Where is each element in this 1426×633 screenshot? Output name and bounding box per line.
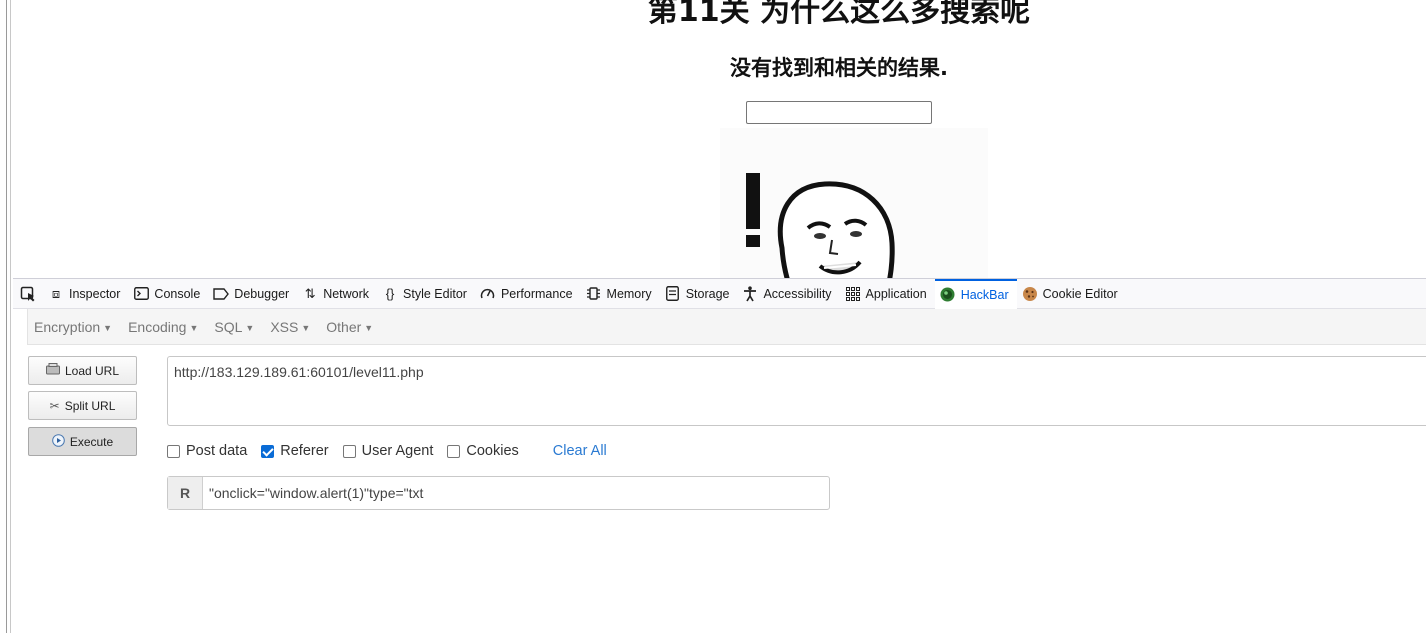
tab-label: Console <box>154 286 201 301</box>
tab-hackbar[interactable]: HackBar <box>934 278 1017 309</box>
caret-down-icon: ▼ <box>364 322 374 333</box>
tab-cookie-editor[interactable]: Cookie Editor <box>1017 279 1126 309</box>
tab-label: Memory <box>606 286 652 301</box>
tab-style-editor[interactable]: {} Style Editor <box>377 279 475 309</box>
checkbox-box-checked[interactable] <box>261 444 275 458</box>
devtools-panel: ⧈ Inspector Console Debugger ⇅ Network {} S… <box>13 278 1426 633</box>
cookie-icon <box>1021 286 1039 302</box>
tab-label: Inspector <box>69 286 121 301</box>
menu-encryption[interactable]: Encryption ▼ <box>28 319 118 335</box>
clear-all-link[interactable]: Clear All <box>553 443 607 459</box>
split-url-button[interactable]: ✂ Split URL <box>28 391 137 420</box>
load-url-button[interactable]: Load URL <box>28 356 137 385</box>
tab-console[interactable]: Console <box>128 279 208 309</box>
caret-down-icon: ▼ <box>301 322 311 333</box>
hackbar-icon <box>939 287 957 302</box>
tab-label: Application <box>865 286 927 301</box>
style-editor-icon: {} <box>385 286 395 301</box>
menu-label: Other <box>326 318 362 335</box>
meme-image <box>720 128 988 278</box>
tab-debugger[interactable]: Debugger <box>208 279 297 309</box>
option-label: Cookies <box>466 443 519 459</box>
network-icon: ⇅ <box>304 285 316 301</box>
referer-field: R "onclick="window.alert(1)"type="txt <box>167 476 830 510</box>
application-icon <box>844 286 862 301</box>
menu-label: SQL <box>214 318 243 335</box>
tab-label: Style Editor <box>403 286 467 301</box>
load-url-label: Load URL <box>64 363 120 378</box>
checkbox-box[interactable] <box>167 444 180 458</box>
element-picker-icon[interactable] <box>13 279 43 309</box>
meme-face-illustration <box>720 128 988 278</box>
menu-encoding[interactable]: Encoding ▼ <box>122 319 204 335</box>
tab-storage[interactable]: Storage <box>660 279 738 309</box>
post-data-checkbox[interactable]: Post data <box>167 443 247 459</box>
split-url-label: Split URL <box>64 398 116 413</box>
page-viewport: 第11关 为什么这么多搜索呢 没有找到和相关的结果. <box>13 0 1426 278</box>
tab-inspector[interactable]: ⧈ Inspector <box>43 279 128 309</box>
devtools-tabbar: ⧈ Inspector Console Debugger ⇅ Network {} S… <box>13 278 1426 309</box>
menu-label: Encoding <box>128 318 187 335</box>
caret-down-icon: ▼ <box>103 322 113 333</box>
referer-label: R <box>168 477 203 509</box>
search-input[interactable] <box>746 101 932 124</box>
menu-label: Encryption <box>34 318 101 335</box>
memory-icon <box>585 286 603 301</box>
debugger-icon <box>212 287 230 300</box>
checkbox-box[interactable] <box>447 444 461 458</box>
load-url-icon <box>45 363 60 378</box>
hackbar-menubar: Encryption ▼ Encoding ▼ SQL ▼ XSS ▼ Other ▼ <box>27 309 1426 345</box>
tab-network[interactable]: ⇅ Network <box>297 279 377 309</box>
inspector-icon: ⧈ <box>51 285 61 301</box>
tab-label: Accessibility <box>763 286 832 301</box>
tab-label: Storage <box>685 286 730 301</box>
caret-down-icon: ▼ <box>189 322 199 333</box>
menu-other[interactable]: Other ▼ <box>320 319 379 335</box>
execute-label: Execute <box>69 434 114 449</box>
request-options: Post data Referer User Agent Cookies Cle… <box>167 441 607 461</box>
execute-button[interactable]: Execute <box>28 427 137 456</box>
menu-xss[interactable]: XSS ▼ <box>264 319 316 335</box>
referer-input[interactable]: "onclick="window.alert(1)"type="txt <box>203 477 829 509</box>
url-textarea[interactable]: http://183.129.189.61:60101/level11.php <box>167 356 1426 426</box>
option-label: Referer <box>280 443 329 459</box>
tab-label: Debugger <box>234 286 290 301</box>
option-label: User Agent <box>361 443 434 459</box>
tab-application[interactable]: Application <box>840 279 935 309</box>
caret-down-icon: ▼ <box>245 322 255 333</box>
play-icon <box>52 433 65 450</box>
menu-label: XSS <box>270 318 299 335</box>
tab-accessibility[interactable]: Accessibility <box>737 279 839 309</box>
page-title: 第11关 为什么这么多搜索呢 <box>647 0 1031 29</box>
scissors-icon: ✂ <box>49 398 60 413</box>
referer-checkbox[interactable]: Referer <box>261 443 329 459</box>
search-result-text: 没有找到和相关的结果. <box>730 56 948 80</box>
console-icon <box>132 287 150 300</box>
user-agent-checkbox[interactable]: User Agent <box>342 443 434 459</box>
window-left-border <box>0 0 13 633</box>
tab-label: Cookie Editor <box>1042 286 1118 301</box>
storage-icon <box>664 286 682 301</box>
performance-icon <box>479 287 497 300</box>
cookies-checkbox[interactable]: Cookies <box>447 443 519 459</box>
option-label: Post data <box>186 443 248 459</box>
tab-label: Performance <box>500 286 573 301</box>
tab-performance[interactable]: Performance <box>475 279 581 309</box>
tab-label: HackBar <box>960 287 1009 302</box>
tab-label: Network <box>323 286 370 301</box>
accessibility-icon <box>741 285 759 302</box>
menu-sql[interactable]: SQL ▼ <box>208 319 260 335</box>
checkbox-box[interactable] <box>342 444 356 458</box>
tab-memory[interactable]: Memory <box>581 279 660 309</box>
